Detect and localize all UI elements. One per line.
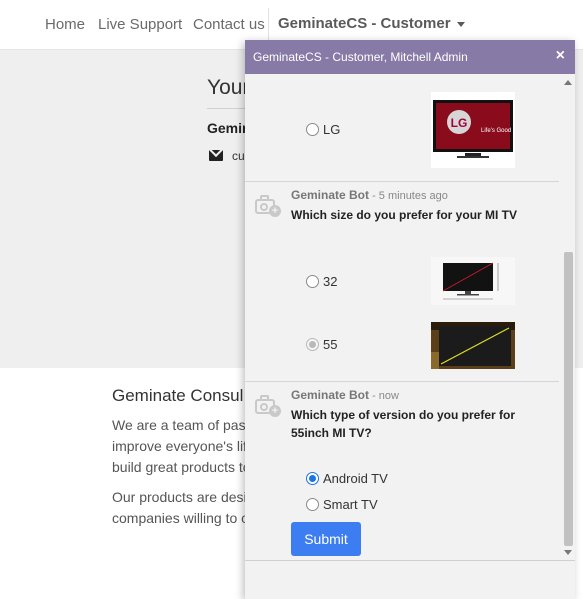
message-time: - 5 minutes ago (369, 190, 448, 202)
option-label: LG (323, 122, 341, 137)
account-name: GeminateCS - Customer (278, 15, 451, 32)
lg-logo-text: LG (451, 116, 468, 130)
account-dropdown[interactable]: GeminateCS - Customer (278, 15, 465, 32)
message-meta: Geminate Bot - now (291, 388, 399, 402)
radio-button[interactable] (306, 338, 319, 351)
lg-tv-image: LG Life's Good (431, 92, 515, 168)
chat-header[interactable]: GeminateCS - Customer, Mitchell Admin × (245, 40, 575, 74)
message-time: - now (369, 390, 399, 402)
nav-home-link[interactable]: Home (45, 16, 85, 33)
chevron-down-icon (456, 21, 465, 27)
chat-composer[interactable] (245, 560, 575, 599)
radio-button[interactable] (306, 472, 319, 485)
version-option-smart-tv[interactable]: Smart TV (306, 497, 378, 512)
nav-live-support-link[interactable]: Live Support (98, 16, 182, 33)
message-author: Geminate Bot (291, 188, 370, 202)
message-divider (245, 181, 559, 182)
tv-dimension-diagram (431, 257, 515, 305)
scroll-down-icon[interactable] (564, 550, 572, 555)
page-title: Your (207, 76, 250, 99)
envelope-icon (209, 150, 223, 161)
close-icon[interactable]: × (556, 47, 565, 65)
chat-scrollbar[interactable] (561, 74, 575, 560)
brand-option-lg[interactable]: LG (306, 122, 340, 137)
size-option-55[interactable]: 55 (306, 337, 337, 352)
radio-button[interactable] (306, 123, 319, 136)
option-label: 55 (323, 337, 338, 352)
submit-button[interactable]: Submit (291, 522, 361, 556)
scroll-up-icon[interactable] (564, 80, 572, 85)
lg-tv-illustration: LG Life's Good (433, 100, 513, 158)
message-text: Which type of version do you prefer for … (291, 408, 516, 440)
email-text: cu (232, 149, 245, 163)
bot-avatar: + (255, 394, 281, 417)
nav-contact-link[interactable]: Contact us (193, 16, 265, 33)
tv-32-image (431, 257, 515, 305)
livechat-window: GeminateCS - Customer, Mitchell Admin × … (245, 40, 575, 599)
message-divider (245, 381, 559, 382)
option-label: Android TV (323, 471, 388, 486)
option-label: 32 (323, 274, 338, 289)
tv-photo (431, 322, 515, 369)
message-meta: Geminate Bot - 5 minutes ago (291, 188, 448, 202)
chat-thread[interactable]: LG LG Life's Good + Geminate Bot - 5 min… (245, 74, 575, 560)
radio-button[interactable] (306, 498, 319, 511)
lg-tagline: Life's Good (481, 128, 511, 134)
option-label: Smart TV (323, 497, 378, 512)
message-text: Which size do you prefer for your MI TV (291, 208, 518, 222)
message-author: Geminate Bot (291, 388, 370, 402)
version-option-android-tv[interactable]: Android TV (306, 471, 388, 486)
tv-55-image (431, 322, 515, 369)
nav-separator (268, 8, 269, 42)
scroll-thumb[interactable] (564, 252, 573, 546)
radio-button[interactable] (306, 275, 319, 288)
chat-title: GeminateCS - Customer, Mitchell Admin (253, 50, 468, 64)
bot-avatar: + (255, 194, 281, 217)
size-option-32[interactable]: 32 (306, 274, 337, 289)
